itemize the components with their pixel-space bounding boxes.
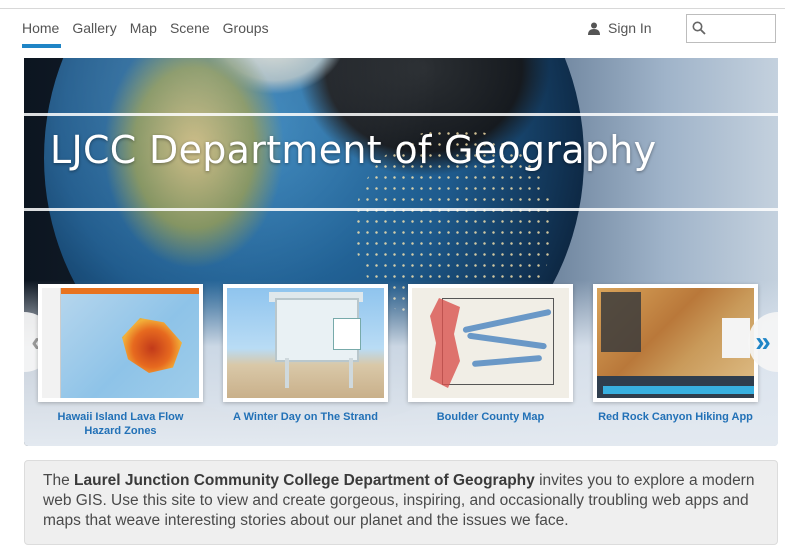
lava-map-thumbnail[interactable] bbox=[38, 284, 203, 402]
card-title[interactable]: Hawaii Island Lava Flow Hazard Zones bbox=[38, 410, 203, 438]
description-college-name: Laurel Junction Community College Depart… bbox=[74, 472, 535, 489]
description-prefix: The bbox=[43, 472, 75, 489]
carousel-card[interactable]: Boulder County Map bbox=[408, 284, 573, 424]
carousel-card[interactable]: Red Rock Canyon Hiking App bbox=[593, 284, 758, 424]
card-title[interactable]: Boulder County Map bbox=[408, 410, 573, 424]
top-navigation-bar: Home Gallery Map Scene Groups Sign In bbox=[0, 0, 785, 54]
nav-scene[interactable]: Scene bbox=[170, 20, 210, 48]
search-icon bbox=[692, 21, 706, 35]
nav-home[interactable]: Home bbox=[22, 20, 62, 48]
sign-in-link[interactable]: Sign In bbox=[588, 20, 652, 36]
user-icon bbox=[588, 22, 600, 35]
county-map-thumbnail[interactable] bbox=[408, 284, 573, 402]
nav-map[interactable]: Map bbox=[130, 20, 157, 48]
card-title[interactable]: A Winter Day on The Strand bbox=[223, 410, 388, 424]
hero-banner: LJCC Department of Geography « Hawaii Is… bbox=[24, 58, 778, 446]
carousel-card[interactable]: Hawaii Island Lava Flow Hazard Zones bbox=[38, 284, 203, 438]
sign-in-label: Sign In bbox=[608, 20, 652, 36]
main-nav: Home Gallery Map Scene Groups bbox=[22, 20, 282, 48]
search-box[interactable] bbox=[686, 14, 776, 43]
search-input[interactable] bbox=[711, 19, 775, 39]
lifeguard-tower-thumbnail[interactable] bbox=[223, 284, 388, 402]
card-title[interactable]: Red Rock Canyon Hiking App bbox=[593, 410, 758, 424]
hero-rule-bottom bbox=[24, 208, 778, 211]
hero-rule-top bbox=[24, 113, 778, 116]
hiking-app-thumbnail[interactable] bbox=[593, 284, 758, 402]
carousel-card[interactable]: A Winter Day on The Strand bbox=[223, 284, 388, 424]
description-panel: The Laurel Junction Community College De… bbox=[24, 460, 778, 545]
hero-title: LJCC Department of Geography bbox=[50, 128, 657, 172]
nav-groups[interactable]: Groups bbox=[223, 20, 269, 48]
nav-gallery[interactable]: Gallery bbox=[72, 20, 116, 48]
